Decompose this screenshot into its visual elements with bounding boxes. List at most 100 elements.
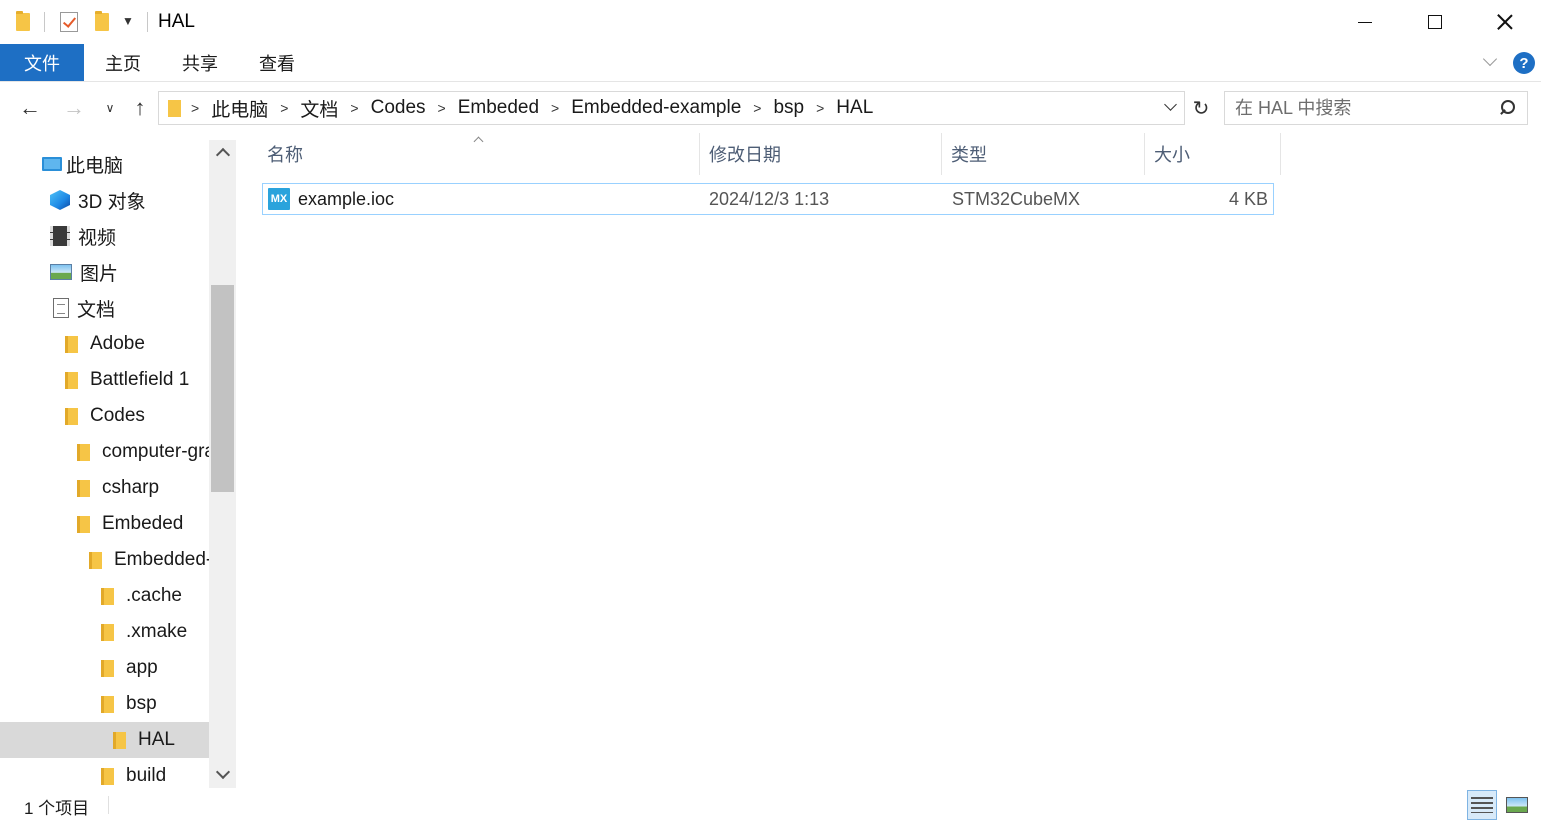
pictures-icon [50,264,72,280]
breadcrumb-documents[interactable]: 文档 [300,95,338,122]
refresh-button[interactable]: ↻ [1187,91,1215,125]
breadcrumb-hal[interactable]: HAL [836,97,873,119]
search-input[interactable] [1235,97,1485,119]
expand-ribbon-icon[interactable] [1483,54,1497,68]
help-icon[interactable]: ? [1513,52,1535,74]
tree-item-build[interactable]: build [0,758,209,788]
tree-item-label: csharp [102,477,160,498]
breadcrumb-separator-icon[interactable]: > [280,100,288,116]
tree-item-label: Adobe [90,333,145,354]
tree-item-adobe[interactable]: Adobe [0,326,209,362]
address-bar[interactable]: > 此电脑 > 文档 > Codes > Embeded > Embedded-… [158,91,1185,125]
breadcrumb-this-pc[interactable]: 此电脑 [211,95,268,122]
large-icons-view-button[interactable] [1502,790,1532,820]
tree-item-xmake[interactable]: .xmake [0,614,209,650]
file-list: 名称 修改日期 类型 大小 MX example.ioc 2024/12/3 1… [243,133,1541,788]
close-icon [1497,14,1513,30]
back-arrow-icon: ← [19,95,41,120]
toolbar-divider [44,12,45,32]
3d-objects-icon [50,190,70,210]
search-box[interactable] [1224,91,1528,125]
back-button[interactable]: ← [16,93,44,123]
properties-icon[interactable] [60,12,78,32]
scroll-down-icon[interactable] [209,764,236,784]
forward-arrow-icon: → [63,95,85,120]
tree-item-label: .cache [126,585,182,606]
file-modified: 2024/12/3 1:13 [709,188,830,209]
tree-item-videos[interactable]: 视频 [0,218,209,254]
column-header-type[interactable]: 类型 [942,133,1145,175]
ribbon-tabs: 文件 主页 共享 查看 ? [0,44,1541,82]
tree-item-hal[interactable]: HAL [0,722,209,758]
tab-home[interactable]: 主页 [84,44,162,81]
breadcrumb-separator-icon[interactable]: > [816,100,824,116]
search-icon[interactable] [1499,100,1515,116]
tab-view[interactable]: 查看 [238,44,316,81]
tree-item-battlefield[interactable]: Battlefield 1 [0,362,209,398]
tree-item-pictures[interactable]: 图片 [0,254,209,290]
video-icon [50,226,70,246]
forward-button[interactable]: → [60,93,88,123]
tree-item-app[interactable]: app [0,650,209,686]
tree-item-embedded-example[interactable]: Embedded-example [0,542,209,578]
tree-item-bsp[interactable]: bsp [0,686,209,722]
tree-item-3d-objects[interactable]: 3D 对象 [0,182,209,218]
recent-locations-button[interactable]: ∨ [100,93,120,123]
breadcrumb-separator-icon[interactable]: > [350,100,358,116]
tree-item-label: Codes [90,405,145,426]
tree-item-label: .xmake [126,621,188,642]
item-count: 1 个项目 [24,799,90,818]
scroll-up-icon[interactable] [209,142,236,162]
tree-item-documents[interactable]: 文档 [0,290,209,326]
minimize-button[interactable] [1330,0,1400,44]
tree-item-codes[interactable]: Codes [0,398,209,434]
tree-item-csharp[interactable]: csharp [0,470,209,506]
folder-icon [89,551,102,569]
address-dropdown-icon[interactable] [1164,100,1176,112]
folder-icon [65,335,78,353]
folder-icon [101,587,114,605]
tree-item-computer-graphics[interactable]: computer-graphics [0,434,209,470]
tree-item-embeded[interactable]: Embeded [0,506,209,542]
maximize-button[interactable] [1400,0,1470,44]
breadcrumb-embeded[interactable]: Embeded [458,97,539,119]
new-folder-icon[interactable] [95,11,109,31]
navigation-scrollbar[interactable] [209,140,236,788]
up-button[interactable]: ↑ [126,93,154,123]
window-title: HAL [158,11,195,32]
column-header-name[interactable]: 名称 [243,133,700,175]
customize-toolbar-icon[interactable]: ▼ [122,14,134,28]
tree-item-cache[interactable]: .cache [0,578,209,614]
details-view-icon [1471,797,1493,813]
breadcrumb-embedded-example[interactable]: Embedded-example [571,97,741,119]
toolbar-divider [147,12,148,32]
tab-share[interactable]: 共享 [162,44,238,81]
close-button[interactable] [1470,0,1540,44]
folder-icon [101,623,114,641]
scrollbar-thumb[interactable] [211,285,234,492]
refresh-icon: ↻ [1192,97,1210,120]
column-header-modified[interactable]: 修改日期 [700,133,942,175]
navigation-bar: ← → ∨ ↑ > 此电脑 > 文档 > Codes > Embeded > E… [0,83,1541,133]
breadcrumb-separator-icon[interactable]: > [551,100,559,116]
breadcrumb-separator-icon[interactable]: > [438,100,446,116]
details-view-button[interactable] [1467,790,1497,820]
tab-file[interactable]: 文件 [0,44,84,81]
breadcrumb-separator-icon[interactable]: > [191,100,199,116]
file-size: 4 KB [1228,188,1268,209]
up-arrow-icon: ↑ [134,95,146,120]
breadcrumb-bsp[interactable]: bsp [773,97,804,119]
table-row[interactable]: MX example.ioc 2024/12/3 1:13 STM32CubeM… [262,183,1274,215]
navigation-pane: 此电脑 3D 对象 视频 图片 文档 Adobe Battlefield 1 C… [0,140,236,788]
chevron-down-icon: ∨ [105,101,115,115]
column-header-size[interactable]: 大小 [1145,133,1281,175]
folder-icon [101,659,114,677]
breadcrumb-codes[interactable]: Codes [371,97,426,119]
breadcrumb-separator-icon[interactable]: > [753,100,761,116]
tree-item-this-pc[interactable]: 此电脑 [0,146,209,182]
stm32cubemx-file-icon: MX [268,188,290,210]
tree-item-label: computer-graphics [102,441,209,462]
folder-icon [101,767,114,785]
tree-item-label: 视频 [78,227,117,249]
folder-icon[interactable] [16,11,30,31]
